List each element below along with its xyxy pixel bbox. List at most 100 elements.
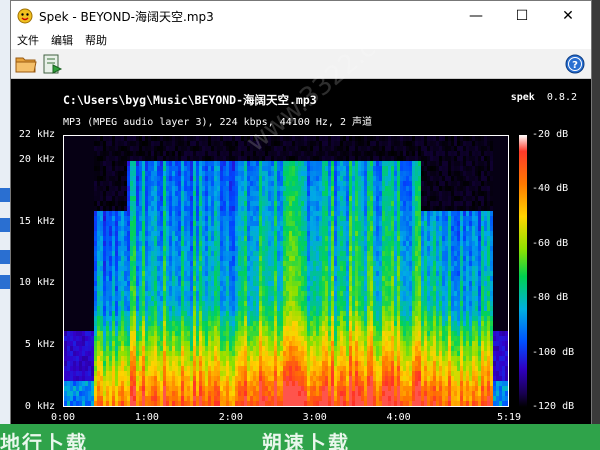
spectrogram-cell — [262, 266, 266, 272]
spectrogram-cell — [328, 281, 332, 287]
close-button[interactable]: ✕ — [545, 1, 591, 31]
spectrogram-cell — [214, 276, 218, 282]
spectrogram-cell — [187, 276, 191, 282]
spectrogram-cell — [154, 326, 158, 332]
spectrogram-cell — [232, 141, 236, 147]
spectrogram-cell — [79, 176, 83, 182]
spectrogram-cell — [106, 346, 110, 352]
spectrogram-cell — [280, 391, 284, 397]
spectrogram-cell — [190, 196, 194, 202]
minimize-button[interactable]: — — [453, 1, 499, 31]
spectrogram-cell — [190, 181, 194, 187]
spectrogram-cell — [310, 216, 314, 222]
help-icon[interactable]: ? — [565, 54, 585, 74]
spectrogram-cell — [97, 336, 101, 342]
spectrogram-cell — [133, 296, 137, 302]
menu-help[interactable]: 帮助 — [85, 32, 107, 48]
spectrogram-cell — [88, 146, 92, 152]
spectrogram-cell — [82, 261, 86, 267]
menu-edit[interactable]: 编辑 — [51, 32, 73, 48]
spectrogram-cell — [139, 331, 143, 337]
spectrogram-cell — [118, 351, 122, 357]
spectrogram-cell — [286, 376, 290, 382]
spectrogram-cell — [145, 371, 149, 377]
spectrogram-cell — [244, 181, 248, 187]
spectrogram-cell — [76, 186, 80, 192]
spectrogram-cell — [109, 261, 113, 267]
title-bar[interactable]: Spek - BEYOND-海阔天空.mp3 — ☐ ✕ — [11, 1, 591, 31]
spectrogram-cell — [271, 401, 275, 406]
spectrogram-cell — [304, 291, 308, 297]
spectrogram-cell — [298, 191, 302, 197]
spectrogram-cell — [187, 226, 191, 232]
spectrogram-cell — [283, 206, 287, 212]
spectrogram-cell — [295, 321, 299, 327]
spectrogram-cell — [73, 281, 77, 287]
spectrogram-cell — [100, 401, 104, 406]
spectrogram-cell — [256, 186, 260, 192]
spectrogram-cell — [322, 301, 326, 307]
spectrogram-cell — [259, 386, 263, 392]
spectrogram-cell — [178, 376, 182, 382]
spectrogram-cell — [184, 371, 188, 377]
spectrogram-cell — [178, 356, 182, 362]
spectrogram-cell — [184, 176, 188, 182]
spectrogram-cell — [130, 401, 134, 406]
spectrogram-cell — [139, 386, 143, 392]
spectrogram-cell — [304, 211, 308, 217]
menu-file[interactable]: 文件 — [17, 32, 39, 48]
spectrogram-cell — [88, 311, 92, 317]
spectrogram-cell — [310, 311, 314, 317]
spectrogram-cell — [265, 226, 269, 232]
spectrogram-cell — [103, 336, 107, 342]
spectrogram-cell — [205, 186, 209, 192]
spectrogram-cell — [316, 171, 320, 177]
spectrogram-cell — [82, 201, 86, 207]
spectrogram-cell — [112, 256, 116, 262]
spectrogram-cell — [202, 176, 206, 182]
maximize-button[interactable]: ☐ — [499, 1, 545, 31]
spectrogram-cell — [277, 206, 281, 212]
spectrogram-cell — [211, 161, 215, 167]
spectrogram-cell — [280, 331, 284, 337]
spectrogram-cell — [109, 296, 113, 302]
spectrogram-cell — [208, 141, 212, 147]
spectrogram-cell — [91, 136, 95, 142]
spectrogram-cell — [133, 341, 137, 347]
spectrogram-cell — [70, 371, 74, 377]
spectrogram-cell — [328, 246, 332, 252]
spectrogram-cell — [178, 266, 182, 272]
spectrogram-cell — [283, 236, 287, 242]
spectrogram-cell — [157, 221, 161, 227]
spectrogram-cell — [97, 311, 101, 317]
spectrogram-cell — [211, 346, 215, 352]
spectrogram-cell — [301, 301, 305, 307]
spectrogram-cell — [238, 361, 242, 367]
version-number: 0.8.2 — [546, 92, 577, 103]
spectrogram-cell — [316, 256, 320, 262]
spectrogram-cell — [277, 216, 281, 222]
spectrogram-cell — [136, 311, 140, 317]
spectrogram-cell — [94, 316, 98, 322]
spectrogram-cell — [175, 191, 179, 197]
spectrogram-cell — [88, 281, 92, 287]
spectrogram-cell — [64, 346, 68, 352]
spectrogram-cell — [115, 266, 119, 272]
spectrogram-cell — [298, 386, 302, 392]
spectrogram-cell — [280, 146, 284, 152]
spectrogram-cell — [301, 221, 305, 227]
spectrogram-cell — [157, 156, 161, 162]
spectrogram-cell — [118, 341, 122, 347]
spectrogram-cell — [142, 181, 146, 187]
spectrogram-cell — [142, 176, 146, 182]
spectrogram-cell — [253, 156, 257, 162]
spectrogram-cell — [103, 356, 107, 362]
spectrogram-cell — [145, 201, 149, 207]
spectrogram-cell — [76, 326, 80, 332]
spectrogram-cell — [130, 311, 134, 317]
spectrogram-cell — [178, 396, 182, 402]
save-icon[interactable] — [41, 53, 63, 75]
open-folder-icon[interactable] — [15, 53, 37, 75]
spectrogram-cell — [334, 191, 338, 197]
spectrogram-cell — [211, 151, 215, 157]
